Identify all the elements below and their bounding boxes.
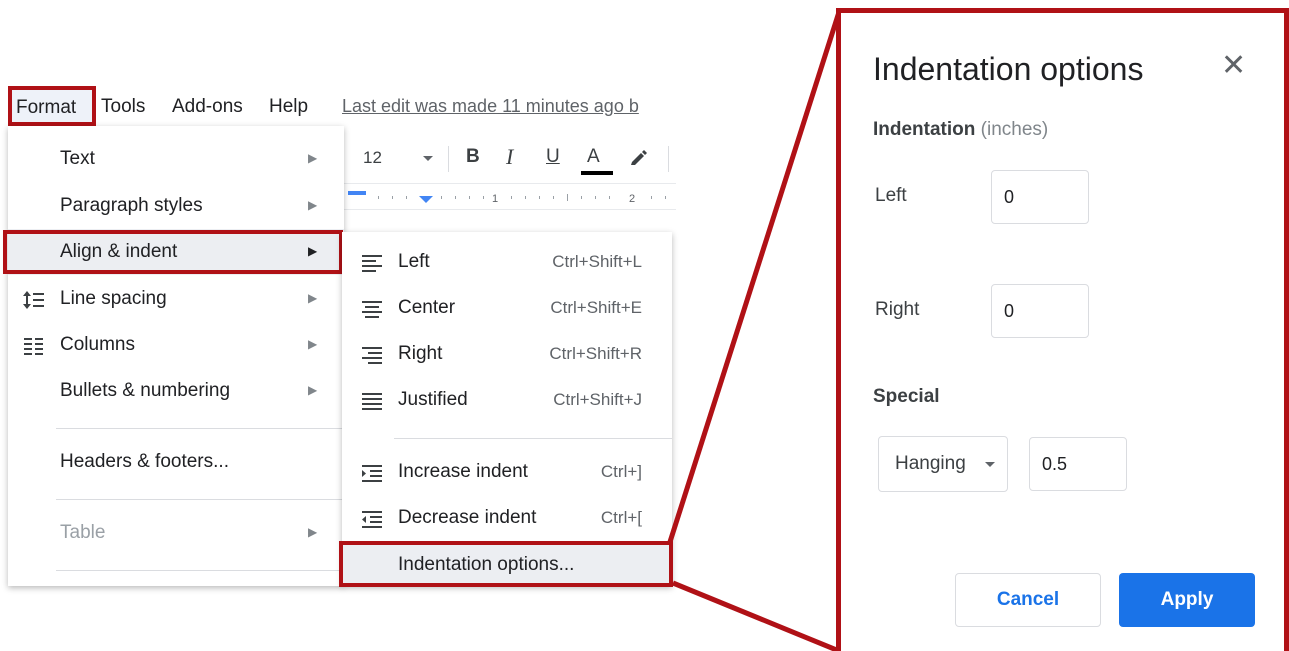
indent-marker-icon — [419, 196, 433, 203]
align-item-label: Indentation options... — [398, 554, 575, 575]
cancel-button[interactable]: Cancel — [955, 573, 1101, 627]
align-indent-submenu: Left Ctrl+Shift+L Center Ctrl+Shift+E Ri… — [342, 232, 672, 586]
text-color-button[interactable]: A — [587, 146, 600, 168]
section-title: Indentation — [873, 119, 976, 140]
italic-button[interactable]: I — [506, 144, 513, 170]
indentation-options-dialog: Indentation options ✕ Indentation (inche… — [836, 8, 1289, 651]
underline-button[interactable]: U — [546, 146, 560, 168]
formatting-toolbar: 12 B I U A — [342, 134, 676, 184]
text-color-indicator — [581, 171, 613, 175]
menu-item-label: Headers & footers... — [60, 451, 229, 472]
menu-item-label: Line spacing — [60, 288, 167, 309]
right-indent-label: Right — [875, 299, 920, 320]
menu-item-label: Columns — [60, 334, 135, 355]
chevron-down-icon — [985, 462, 995, 467]
left-indent-label: Left — [875, 185, 907, 206]
toolbar-divider — [448, 146, 449, 172]
align-item-label: Center — [398, 297, 456, 318]
align-item-indentation-options[interactable]: Indentation options... — [339, 541, 673, 587]
ruler-mark-2: 2 — [629, 193, 635, 205]
indentation-section-label: Indentation (inches) — [873, 119, 1048, 141]
align-justify-icon — [360, 390, 384, 414]
align-left-icon — [360, 252, 384, 276]
format-menu-item-bullets-numbering[interactable]: Bullets & numbering ▶ — [8, 368, 344, 414]
close-icon[interactable]: ✕ — [1221, 51, 1246, 81]
submenu-arrow-icon: ▶ — [308, 383, 318, 397]
menu-item-label: Text — [60, 148, 95, 169]
menu-addons[interactable]: Add-ons — [172, 96, 243, 118]
format-menu-item-table: Table ▶ — [8, 510, 344, 556]
section-unit: (inches) — [980, 119, 1049, 140]
menu-divider — [394, 438, 672, 439]
special-indent-input[interactable]: 0.5 — [1029, 437, 1127, 491]
shortcut-text: Ctrl+Shift+L — [552, 252, 642, 271]
align-item-label: Increase indent — [398, 461, 528, 482]
format-menu-item-headers-footers[interactable]: Headers & footers... — [8, 439, 344, 485]
menu-tools[interactable]: Tools — [101, 96, 145, 118]
align-item-decrease-indent[interactable]: Decrease indent Ctrl+[ — [342, 496, 672, 542]
menu-help[interactable]: Help — [269, 96, 308, 118]
format-menu-item-line-spacing[interactable]: Line spacing ▶ — [8, 276, 344, 322]
format-menu: Text ▶ Paragraph styles ▶ Align & indent… — [8, 126, 344, 586]
align-center-icon — [360, 298, 384, 322]
dialog-title: Indentation options — [873, 51, 1144, 87]
submenu-arrow-icon: ▶ — [308, 151, 318, 165]
highlight-pen-icon[interactable] — [628, 146, 650, 174]
format-menu-item-paragraph-styles[interactable]: Paragraph styles ▶ — [8, 183, 344, 229]
menu-format-label: Format — [16, 97, 77, 118]
submenu-arrow-icon: ▶ — [308, 525, 318, 539]
special-indent-select-value: Hanging — [895, 453, 966, 474]
shortcut-text: Ctrl+[ — [600, 508, 642, 527]
bold-button[interactable]: B — [466, 146, 480, 168]
special-indent-label: Special — [873, 386, 940, 407]
submenu-arrow-icon: ▶ — [308, 337, 318, 351]
left-indent-input[interactable]: 0 — [991, 170, 1089, 224]
last-edit-link[interactable]: Last edit was made 11 minutes ago b — [342, 96, 676, 117]
align-item-label: Justified — [398, 389, 468, 410]
toolbar-divider — [668, 146, 669, 172]
menu-divider — [56, 428, 344, 429]
ruler: 1 2 — [342, 186, 676, 210]
submenu-arrow-icon: ▶ — [308, 291, 318, 305]
indent-decrease-icon — [360, 508, 384, 532]
shortcut-text: Ctrl+] — [600, 462, 642, 481]
align-item-right[interactable]: Right Ctrl+Shift+R — [342, 332, 672, 378]
menu-item-label: Table — [60, 522, 106, 543]
indent-increase-icon — [360, 462, 384, 486]
menu-divider — [56, 570, 344, 571]
shortcut-text: Ctrl+Shift+E — [550, 298, 642, 317]
menu-item-label: Bullets & numbering — [60, 380, 231, 401]
format-menu-item-columns[interactable]: Columns ▶ — [8, 322, 344, 368]
menu-item-label: Paragraph styles — [60, 195, 203, 216]
align-item-label: Decrease indent — [398, 507, 537, 528]
line-spacing-icon — [22, 288, 46, 312]
ruler-mark-1: 1 — [492, 193, 498, 205]
align-indent-highlight — [3, 230, 343, 274]
shortcut-text: Ctrl+Shift+J — [553, 390, 642, 409]
columns-icon — [22, 334, 46, 358]
align-item-label: Right — [398, 343, 443, 364]
font-size-dropdown-icon[interactable] — [422, 148, 434, 170]
shortcut-text: Ctrl+Shift+R — [549, 344, 642, 363]
submenu-arrow-icon: ▶ — [308, 198, 318, 212]
align-item-justified[interactable]: Justified Ctrl+Shift+J — [342, 378, 672, 424]
right-indent-input[interactable]: 0 — [991, 284, 1089, 338]
font-size-value[interactable]: 12 — [363, 148, 382, 168]
menu-format[interactable]: Format — [8, 86, 96, 126]
align-item-label: Left — [398, 251, 430, 272]
special-indent-select[interactable]: Hanging — [878, 436, 1008, 492]
apply-button[interactable]: Apply — [1119, 573, 1255, 627]
align-item-increase-indent[interactable]: Increase indent Ctrl+] — [342, 450, 672, 496]
format-menu-item-text[interactable]: Text ▶ — [8, 136, 344, 182]
align-right-icon — [360, 344, 384, 368]
align-item-left[interactable]: Left Ctrl+Shift+L — [342, 240, 672, 286]
align-item-center[interactable]: Center Ctrl+Shift+E — [342, 286, 672, 332]
menu-divider — [56, 499, 344, 500]
